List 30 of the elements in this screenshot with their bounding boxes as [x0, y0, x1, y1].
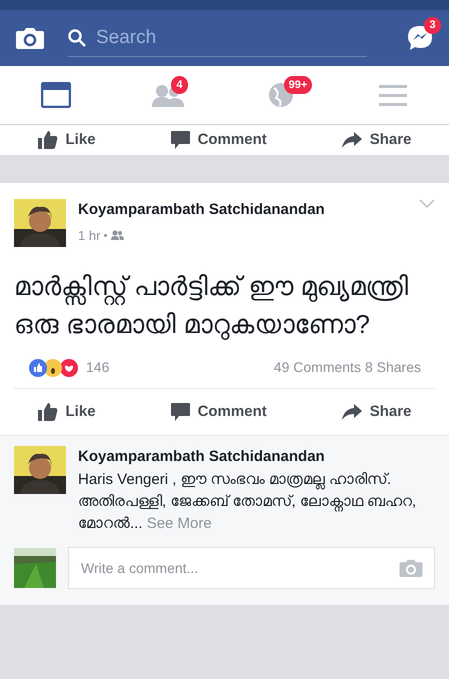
share-arrow-icon [342, 404, 362, 420]
speech-bubble-icon [170, 131, 190, 149]
news-feed-icon [41, 82, 72, 108]
comment-field[interactable]: Write a comment... [68, 546, 435, 588]
friends-audience-icon [111, 230, 124, 240]
thumbs-up-icon [38, 131, 58, 149]
reactions-icon [28, 358, 78, 378]
action-button[interactable]: Share [334, 400, 420, 424]
comment-text: Haris Vengeri , ഈ സംഭവം മാത്രമല്ല ഹാരിസ്. അതിരപള്ളി, ജേക്കബ് തോമസ്, ലോക്നാഥ ബഹറ, മോറൽ... See More [78, 470, 418, 534]
action-button[interactable]: Comment [162, 400, 275, 424]
action-button[interactable]: Like [30, 400, 104, 424]
author-name[interactable]: Koyamparambath Satchidanandan [78, 199, 407, 222]
notification-badge: 4 [171, 76, 188, 94]
thumbs-up-icon [38, 403, 58, 421]
action-button[interactable]: Share [334, 128, 420, 152]
author-name[interactable]: Koyamparambath Satchidanandan [78, 446, 435, 468]
menu-icon [378, 84, 407, 106]
action-button[interactable]: Like [30, 128, 104, 152]
dot-separator-icon [104, 234, 108, 237]
notification-badge: 3 [424, 17, 441, 34]
search-input[interactable]: Search [68, 20, 367, 56]
share-arrow-icon [342, 132, 362, 148]
speech-bubble-icon [170, 403, 190, 421]
search-icon [68, 28, 86, 46]
camera-icon[interactable] [16, 27, 44, 49]
chevron-down-icon[interactable] [419, 199, 435, 209]
post-text: മാർക്സിസ്റ്റ് പാർട്ടിക്ക് ഈ മുഖ്യമന്ത്രി ഒരു ഭാരമായി മാറുകയാണോ? [13, 270, 410, 342]
notification-badge: 99+ [284, 76, 312, 94]
action-button[interactable]: Comment [162, 128, 275, 152]
timestamp: 1 hr [78, 226, 100, 244]
